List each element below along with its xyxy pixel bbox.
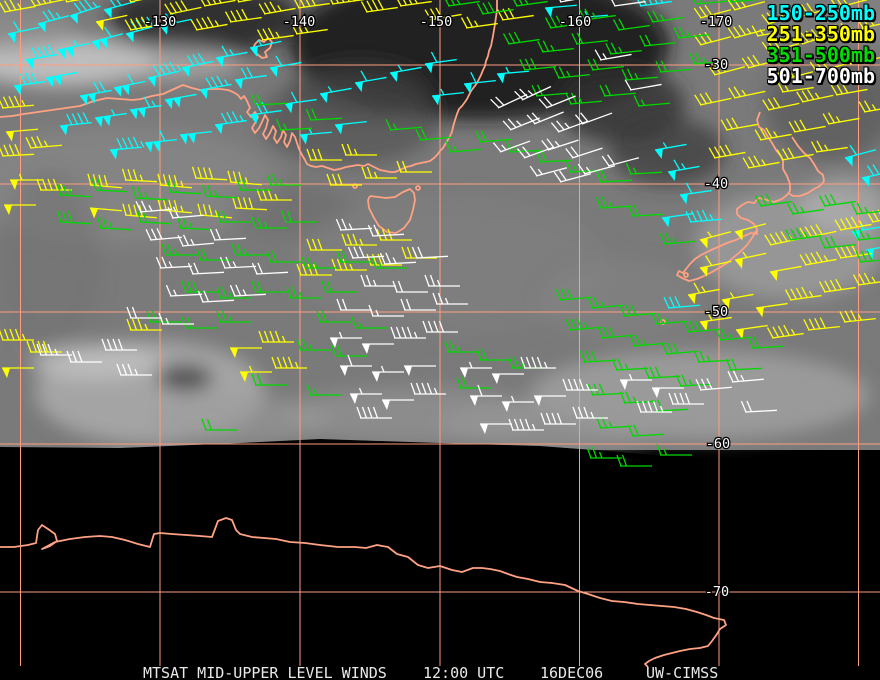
product-source: UW-CIMSS — [646, 664, 719, 680]
longitude-label: -140 — [283, 14, 316, 30]
weather-map-canvas: -130 -140 -150 -160 -170 -30 -40 -50 -60 -70 — [0, 0, 880, 668]
latitude-label: -60 — [706, 436, 730, 452]
product-title: MTSAT MID-UPPER LEVEL WINDS — [143, 664, 387, 680]
legend-item-351-500mb: 351-500mb — [766, 43, 875, 67]
product-caption-bar: MTSAT MID-UPPER LEVEL WINDS 12:00 UTC 16… — [0, 664, 880, 680]
legend-item-150-250mb: 150-250mb — [766, 1, 875, 25]
satellite-wind-product: -130 -140 -150 -160 -170 -30 -40 -50 -60 -70 150-… — [0, 0, 880, 680]
product-time: 12:00 UTC — [423, 664, 505, 680]
longitude-label: -130 — [144, 14, 177, 30]
latitude-label: -50 — [704, 304, 728, 320]
cloud-blob — [0, 170, 100, 350]
legend-item-251-350mb: 251-350mb — [766, 22, 875, 46]
longitude-label: -150 — [420, 14, 453, 30]
product-date: 16DEC06 — [540, 664, 604, 680]
legend-item-501-700mb: 501-700mb — [766, 64, 875, 88]
latitude-label: -30 — [704, 57, 728, 73]
pressure-level-legend: 150-250mb 251-350mb 351-500mb 501-700mb — [767, 3, 875, 87]
latitude-label: -70 — [705, 584, 729, 600]
longitude-label: -160 — [559, 14, 592, 30]
cloud-blob — [157, 364, 213, 392]
wind-barb — [616, 454, 652, 467]
longitude-label: -170 — [700, 14, 733, 30]
latitude-label: -40 — [704, 176, 728, 192]
